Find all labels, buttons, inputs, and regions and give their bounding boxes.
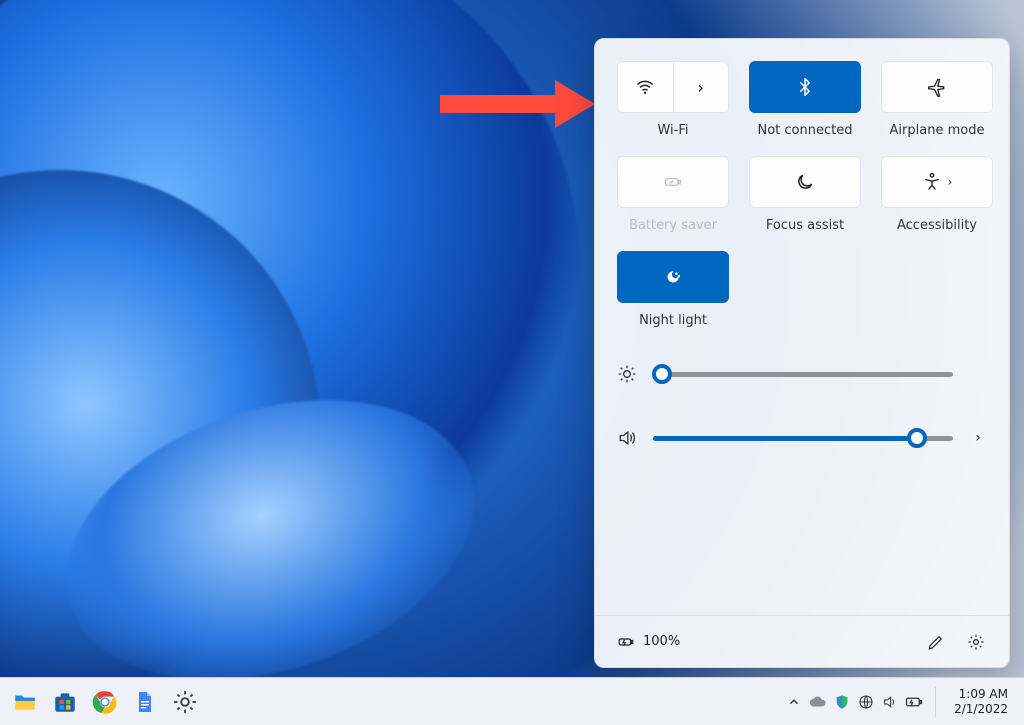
file-explorer-icon[interactable]	[10, 687, 40, 717]
wifi-icon	[635, 77, 655, 97]
night-light-label: Night light	[639, 313, 707, 328]
battery-status[interactable]: 100%	[617, 633, 680, 651]
slider-thumb[interactable]	[652, 364, 672, 384]
quick-settings-grid: › Wi-Fi Not connected	[617, 61, 987, 233]
brightness-icon	[617, 364, 637, 384]
bluetooth-label: Not connected	[758, 123, 853, 138]
tile-battery-saver: Battery saver	[617, 156, 729, 233]
quick-settings-grid-row2: Night light	[617, 251, 987, 328]
taskbar-clock[interactable]: 1:09 AM 2/1/2022	[948, 687, 1014, 717]
battery-percent: 100%	[643, 634, 680, 649]
security-icon[interactable]	[833, 693, 851, 711]
onedrive-icon[interactable]	[809, 693, 827, 711]
tray-battery-icon[interactable]	[905, 693, 923, 711]
tile-night-light: Night light	[617, 251, 729, 328]
accessibility-label: Accessibility	[897, 218, 977, 233]
open-settings-button[interactable]	[965, 631, 987, 653]
accessibility-button[interactable]: ›	[881, 156, 993, 208]
settings-icon[interactable]	[170, 687, 200, 717]
airplane-button[interactable]	[881, 61, 993, 113]
bluetooth-icon	[795, 77, 815, 97]
battery-charging-icon	[617, 633, 635, 651]
battery-saver-button	[617, 156, 729, 208]
airplane-label: Airplane mode	[890, 123, 985, 138]
accessibility-icon	[922, 172, 942, 192]
volume-slider-row: ›	[617, 428, 987, 448]
system-tray[interactable]	[785, 693, 923, 711]
wifi-button[interactable]: ›	[617, 61, 729, 113]
brightness-slider[interactable]	[653, 372, 953, 377]
wifi-label: Wi-Fi	[657, 123, 688, 138]
taskbar-pinned	[10, 687, 200, 717]
quick-settings-footer: 100%	[595, 615, 1009, 667]
wifi-toggle[interactable]	[618, 62, 673, 112]
tray-volume-icon[interactable]	[881, 693, 899, 711]
chrome-icon[interactable]	[90, 687, 120, 717]
bluetooth-button[interactable]	[749, 61, 861, 113]
taskbar: 1:09 AM 2/1/2022	[0, 677, 1024, 725]
pencil-icon	[927, 633, 945, 651]
clock-time: 1:09 AM	[954, 687, 1008, 702]
edit-quick-settings-button[interactable]	[925, 631, 947, 653]
volume-flyout-button[interactable]: ›	[969, 430, 987, 446]
wifi-flyout-button[interactable]: ›	[674, 62, 729, 112]
sliders: ›	[617, 364, 987, 448]
annotation-arrow	[440, 80, 595, 128]
tile-wifi: › Wi-Fi	[617, 61, 729, 138]
gear-icon	[967, 633, 985, 651]
slider-thumb[interactable]	[907, 428, 927, 448]
volume-icon	[617, 428, 637, 448]
quick-settings-panel: › Wi-Fi Not connected	[594, 38, 1010, 668]
language-indicator[interactable]	[857, 693, 875, 711]
clock-date: 2/1/2022	[954, 702, 1008, 717]
night-light-icon	[663, 267, 683, 287]
taskbar-right: 1:09 AM 2/1/2022	[785, 687, 1014, 717]
tile-focus-assist: Focus assist	[749, 156, 861, 233]
brightness-slider-row	[617, 364, 987, 384]
battery-leaf-icon	[663, 172, 683, 192]
chevron-right-icon: ›	[698, 78, 704, 97]
chevron-right-icon: ›	[948, 175, 953, 189]
airplane-icon	[927, 77, 947, 97]
tile-bluetooth: Not connected	[749, 61, 861, 138]
focus-assist-button[interactable]	[749, 156, 861, 208]
tile-accessibility: › Accessibility	[881, 156, 993, 233]
tile-airplane: Airplane mode	[881, 61, 993, 138]
moon-icon	[795, 172, 815, 192]
microsoft-store-icon[interactable]	[50, 687, 80, 717]
tray-overflow-icon[interactable]	[785, 693, 803, 711]
focus-assist-label: Focus assist	[766, 218, 844, 233]
battery-saver-label: Battery saver	[629, 218, 717, 233]
night-light-button[interactable]	[617, 251, 729, 303]
volume-slider[interactable]	[653, 436, 953, 441]
google-docs-icon[interactable]	[130, 687, 160, 717]
